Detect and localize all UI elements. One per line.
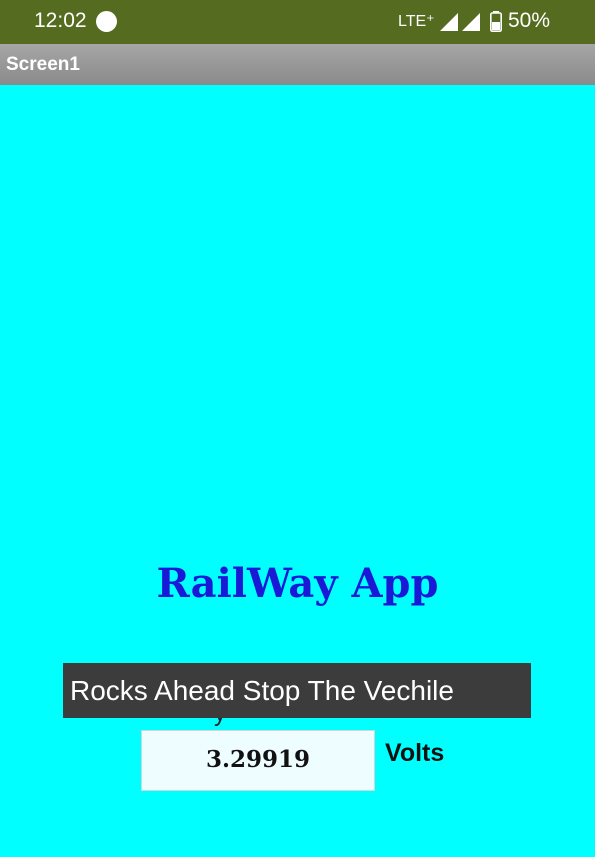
title-bar: Screen1: [0, 44, 595, 85]
voltage-value-box: 3.29919: [141, 730, 375, 791]
battery-icon: [490, 11, 502, 32]
unit-label: Volts: [385, 739, 445, 767]
signal-icon: [440, 13, 458, 31]
voltage-value: 3.29919: [205, 746, 311, 773]
signal-icon: [462, 13, 480, 31]
battery-percentage: 50%: [508, 9, 551, 32]
toast-text: Rocks Ahead Stop The Vechile: [70, 675, 454, 706]
status-bar: 12:02 LTE⁺ 50%: [0, 0, 595, 44]
toast-message: Rocks Ahead Stop The Vechile: [63, 663, 531, 718]
app-heading: RailWay App: [156, 560, 439, 607]
notification-dot-icon: [96, 11, 117, 32]
network-type: LTE⁺: [398, 13, 435, 30]
status-time: 12:02: [34, 9, 87, 32]
screen-title: Screen1: [6, 54, 80, 75]
